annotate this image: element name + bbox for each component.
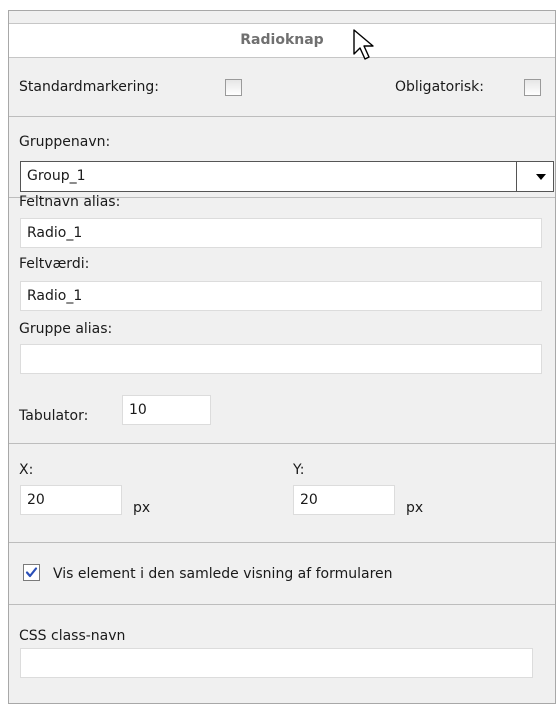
divider [9,116,555,117]
group-name-label: Gruppenavn: [19,134,111,150]
show-in-overview-checkbox[interactable] [23,564,40,581]
y-label: Y: [293,462,305,478]
divider [9,443,555,444]
x-label: X: [19,462,34,478]
radio-button-properties-panel: Radioknap Standardmarkering: Obligatoris… [8,10,556,704]
field-value-label: Feltværdi: [19,256,90,272]
field-alias-label: Feltnavn alias: [19,194,121,210]
group-name-select[interactable]: Group_1 [20,161,554,192]
field-alias-input[interactable]: Radio_1 [20,218,542,248]
required-checkbox[interactable] [524,79,541,96]
required-label: Obligatorisk: [395,79,484,95]
y-input[interactable]: 20 [293,485,395,515]
panel-title: Radioknap [240,32,324,48]
default-selection-checkbox[interactable] [225,79,242,96]
divider [9,542,555,543]
default-selection-label: Standardmarkering: [19,79,160,95]
group-alias-input[interactable] [20,344,542,374]
tab-index-input[interactable]: 10 [122,395,211,425]
dropdown-arrow-icon[interactable] [536,174,546,180]
tab-index-label: Tabulator: [19,408,89,424]
field-value-input[interactable]: Radio_1 [20,281,542,311]
css-class-input[interactable] [20,648,533,678]
css-class-label: CSS class-navn [19,628,126,644]
checkmark-icon [25,567,38,578]
mouse-pointer-icon [353,29,374,60]
show-in-overview-label: Vis element i den samlede visning af for… [53,566,393,582]
select-divider [516,162,517,191]
x-unit: px [133,500,151,516]
group-alias-label: Gruppe alias: [19,321,113,337]
y-unit: px [406,500,424,516]
group-name-value: Group_1 [27,168,86,184]
divider [9,604,555,605]
panel-header: Radioknap [9,23,555,58]
x-input[interactable]: 20 [20,485,122,515]
